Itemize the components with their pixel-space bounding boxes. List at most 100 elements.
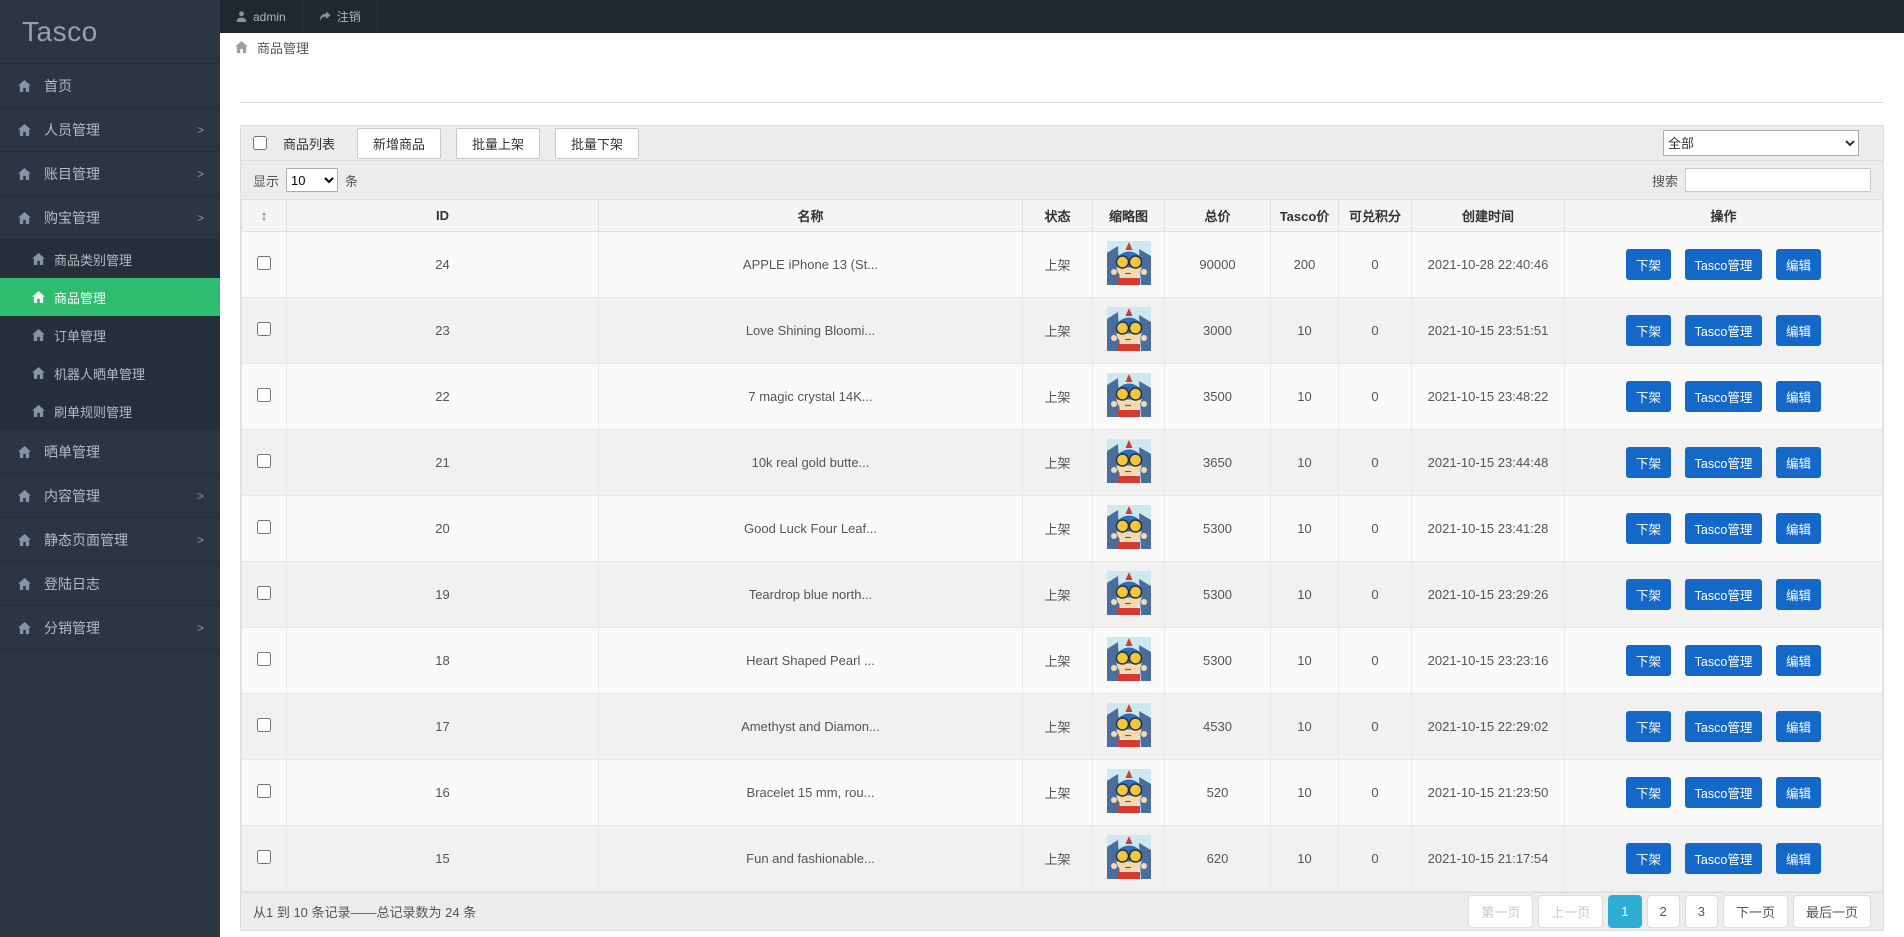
edit-button[interactable]: 编辑 xyxy=(1776,315,1821,346)
off-shelf-button[interactable]: 下架 xyxy=(1626,447,1671,478)
product-points: 0 xyxy=(1339,430,1412,496)
off-shelf-button[interactable]: 下架 xyxy=(1626,381,1671,412)
tasco-manage-button[interactable]: Tasco管理 xyxy=(1685,513,1763,544)
home-icon xyxy=(18,578,32,590)
col-actions: 操作 xyxy=(1565,200,1883,232)
edit-button[interactable]: 编辑 xyxy=(1776,645,1821,676)
row-checkbox[interactable] xyxy=(257,652,271,666)
row-checkbox[interactable] xyxy=(257,718,271,732)
pagination-item-1[interactable]: 上一页 xyxy=(1538,895,1603,928)
tasco-manage-button[interactable]: Tasco管理 xyxy=(1685,579,1763,610)
row-checkbox[interactable] xyxy=(257,388,271,402)
page-size-select[interactable]: 10 xyxy=(286,168,338,192)
row-checkbox[interactable] xyxy=(257,322,271,336)
sidebar-item-3[interactable]: 购宝管理 > xyxy=(0,196,220,240)
row-checkbox[interactable] xyxy=(257,454,271,468)
product-name: Teardrop blue north... xyxy=(599,562,1023,628)
sort-icon[interactable]: ↕ xyxy=(261,208,268,223)
product-id: 16 xyxy=(287,760,599,826)
sidebar-item-9[interactable]: 晒单管理 xyxy=(0,430,220,474)
batch-off-shelf-button[interactable]: 批量下架 xyxy=(555,128,639,159)
off-shelf-button[interactable]: 下架 xyxy=(1626,249,1671,280)
product-created-time: 2021-10-15 21:23:50 xyxy=(1412,760,1565,826)
sidebar-item-6[interactable]: 订单管理 xyxy=(0,316,220,354)
tasco-manage-button[interactable]: Tasco管理 xyxy=(1685,249,1763,280)
table-row: 24 APPLE iPhone 13 (St... 上架 xyxy=(242,232,1883,298)
pagination-item-5[interactable]: 下一页 xyxy=(1723,895,1788,928)
sidebar-item-2[interactable]: 账目管理 > xyxy=(0,152,220,196)
sidebar-item-4[interactable]: 商品类别管理 xyxy=(0,240,220,278)
breadcrumb[interactable]: 商品管理 xyxy=(220,33,1904,61)
off-shelf-button[interactable]: 下架 xyxy=(1626,777,1671,808)
search-input[interactable] xyxy=(1685,168,1871,192)
product-tasco-price: 10 xyxy=(1271,826,1339,892)
off-shelf-button[interactable]: 下架 xyxy=(1626,645,1671,676)
off-shelf-button[interactable]: 下架 xyxy=(1626,711,1671,742)
sidebar-item-10[interactable]: 内容管理 > xyxy=(0,474,220,518)
edit-button[interactable]: 编辑 xyxy=(1776,249,1821,280)
product-created-time: 2021-10-15 23:29:26 xyxy=(1412,562,1565,628)
product-id: 17 xyxy=(287,694,599,760)
col-status: 状态 xyxy=(1023,200,1093,232)
product-tasco-price: 10 xyxy=(1271,760,1339,826)
home-icon xyxy=(32,253,46,265)
off-shelf-button[interactable]: 下架 xyxy=(1626,513,1671,544)
row-checkbox[interactable] xyxy=(257,520,271,534)
user-icon xyxy=(236,11,247,22)
sidebar-item-11[interactable]: 静态页面管理 > xyxy=(0,518,220,562)
off-shelf-button[interactable]: 下架 xyxy=(1626,315,1671,346)
search-label: 搜索 xyxy=(1652,171,1678,190)
topbar: admin 注销 xyxy=(220,0,1904,33)
pagination-item-4[interactable]: 3 xyxy=(1685,895,1718,928)
tasco-manage-button[interactable]: Tasco管理 xyxy=(1685,645,1763,676)
tasco-manage-button[interactable]: Tasco管理 xyxy=(1685,711,1763,742)
logout-button[interactable]: 注销 xyxy=(303,0,378,33)
off-shelf-button[interactable]: 下架 xyxy=(1626,579,1671,610)
product-created-time: 2021-10-28 22:40:46 xyxy=(1412,232,1565,298)
edit-button[interactable]: 编辑 xyxy=(1776,381,1821,412)
off-shelf-button[interactable]: 下架 xyxy=(1626,843,1671,874)
product-name: 10k real gold butte... xyxy=(599,430,1023,496)
pagination-item-3[interactable]: 2 xyxy=(1647,895,1680,928)
product-tasco-price: 10 xyxy=(1271,496,1339,562)
product-status: 上架 xyxy=(1023,694,1093,760)
select-all-checkbox[interactable] xyxy=(253,136,267,150)
sidebar-item-8[interactable]: 刷单规则管理 xyxy=(0,392,220,430)
tasco-manage-button[interactable]: Tasco管理 xyxy=(1685,315,1763,346)
edit-button[interactable]: 编辑 xyxy=(1776,513,1821,544)
edit-button[interactable]: 编辑 xyxy=(1776,447,1821,478)
add-product-button[interactable]: 新增商品 xyxy=(357,128,441,159)
pagination-item-6[interactable]: 最后一页 xyxy=(1793,895,1871,928)
row-checkbox[interactable] xyxy=(257,784,271,798)
product-name: Heart Shaped Pearl ... xyxy=(599,628,1023,694)
edit-button[interactable]: 编辑 xyxy=(1776,843,1821,874)
sidebar-item-0[interactable]: 首页 xyxy=(0,64,220,108)
pagination-item-2[interactable]: 1 xyxy=(1608,895,1641,928)
home-icon xyxy=(32,405,46,417)
edit-button[interactable]: 编辑 xyxy=(1776,777,1821,808)
user-menu[interactable]: admin xyxy=(220,0,303,33)
table-row: 20 Good Luck Four Leaf... 上架 xyxy=(242,496,1883,562)
product-points: 0 xyxy=(1339,496,1412,562)
category-filter-select[interactable]: 全部 xyxy=(1663,130,1859,156)
row-checkbox[interactable] xyxy=(257,586,271,600)
table-row: 23 Love Shining Bloomi... 上架 xyxy=(242,298,1883,364)
row-checkbox[interactable] xyxy=(257,256,271,270)
records-summary: 从1 到 10 条记录——总记录数为 24 条 xyxy=(253,902,476,921)
sidebar-item-5[interactable]: 商品管理 xyxy=(0,278,220,316)
batch-on-shelf-button[interactable]: 批量上架 xyxy=(456,128,540,159)
pagination-item-0[interactable]: 第一页 xyxy=(1468,895,1533,928)
edit-button[interactable]: 编辑 xyxy=(1776,711,1821,742)
tasco-manage-button[interactable]: Tasco管理 xyxy=(1685,381,1763,412)
sidebar-item-13[interactable]: 分销管理 > xyxy=(0,606,220,650)
tasco-manage-button[interactable]: Tasco管理 xyxy=(1685,447,1763,478)
tasco-manage-button[interactable]: Tasco管理 xyxy=(1685,843,1763,874)
edit-button[interactable]: 编辑 xyxy=(1776,579,1821,610)
home-icon xyxy=(235,41,248,53)
sidebar-item-12[interactable]: 登陆日志 xyxy=(0,562,220,606)
table-footer: 从1 到 10 条记录——总记录数为 24 条 第一页上一页123下一页最后一页 xyxy=(241,892,1883,930)
tasco-manage-button[interactable]: Tasco管理 xyxy=(1685,777,1763,808)
sidebar-item-7[interactable]: 机器人晒单管理 xyxy=(0,354,220,392)
row-checkbox[interactable] xyxy=(257,850,271,864)
sidebar-item-1[interactable]: 人员管理 > xyxy=(0,108,220,152)
